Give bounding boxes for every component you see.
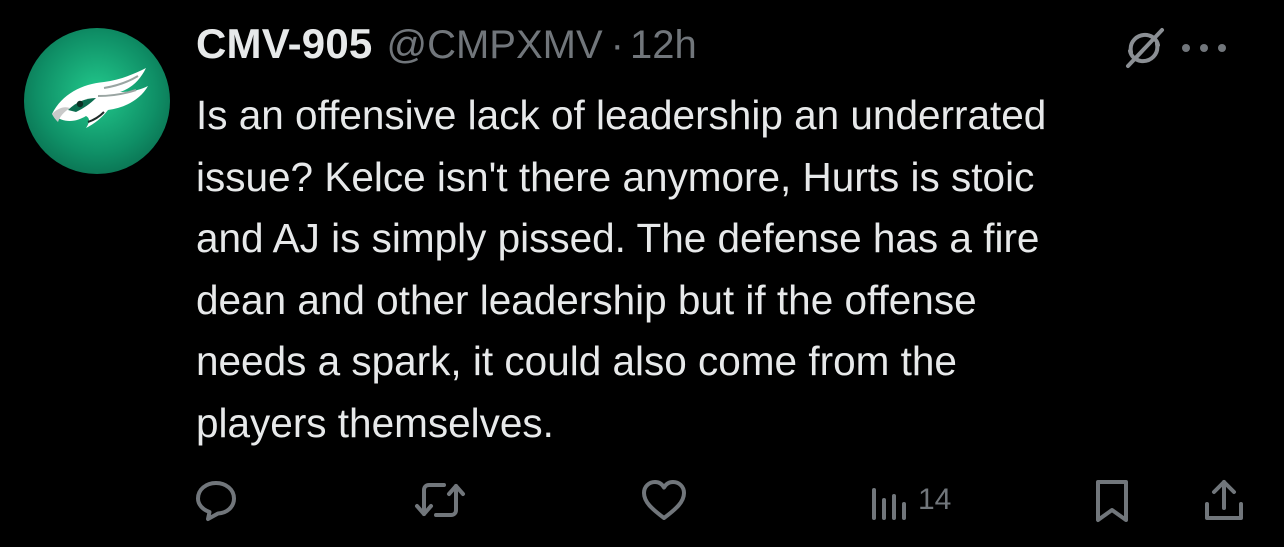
- tweet-text: Is an offensive lack of leadership an un…: [196, 85, 1266, 454]
- bookmark-button[interactable]: [1090, 468, 1134, 532]
- tweet-text-line: dean and other leadership but if the off…: [196, 276, 977, 323]
- eagle-logo-icon: [52, 68, 148, 128]
- more-dots-icon[interactable]: [1176, 24, 1236, 72]
- tweet-action-bar: 14: [0, 468, 1284, 532]
- views-count: 14: [918, 483, 952, 516]
- reply-bubble-icon: [196, 481, 236, 521]
- bookmark-icon: [1096, 480, 1128, 522]
- tweet-text-line: Is an offensive lack of leadership an un…: [196, 92, 1047, 138]
- tweet-card[interactable]: CMV-905 @CMPXMV · 12h Is an offensive la…: [0, 0, 1284, 547]
- header-actions: [1120, 24, 1236, 72]
- timestamp[interactable]: 12h: [630, 23, 697, 68]
- avatar[interactable]: [24, 28, 170, 174]
- tweet-header: CMV-905 @CMPXMV · 12h: [196, 20, 697, 76]
- tweet-text-line: issue? Kelce isn't there anymore, Hurts …: [196, 153, 1035, 200]
- retweet-button[interactable]: [410, 468, 470, 532]
- share-button[interactable]: [1198, 468, 1250, 532]
- tweet-text-line: and AJ is simply pissed. The defense has…: [196, 215, 1040, 261]
- retweet-icon: [415, 483, 465, 517]
- reply-button[interactable]: [190, 468, 242, 532]
- heart-icon: [642, 480, 686, 520]
- like-button[interactable]: [636, 468, 692, 532]
- share-upload-icon: [1205, 480, 1243, 520]
- views-bar-chart-icon: [872, 488, 906, 520]
- views-button[interactable]: 14: [866, 468, 951, 532]
- display-name[interactable]: CMV-905: [196, 20, 372, 68]
- grok-icon[interactable]: [1120, 24, 1168, 72]
- tweet-text-line: needs a spark, it could also come from t…: [196, 338, 957, 384]
- header-separator: ·: [610, 23, 624, 67]
- user-handle[interactable]: @CMPXMV: [386, 23, 602, 68]
- tweet-text-line: players themselves.: [196, 399, 554, 446]
